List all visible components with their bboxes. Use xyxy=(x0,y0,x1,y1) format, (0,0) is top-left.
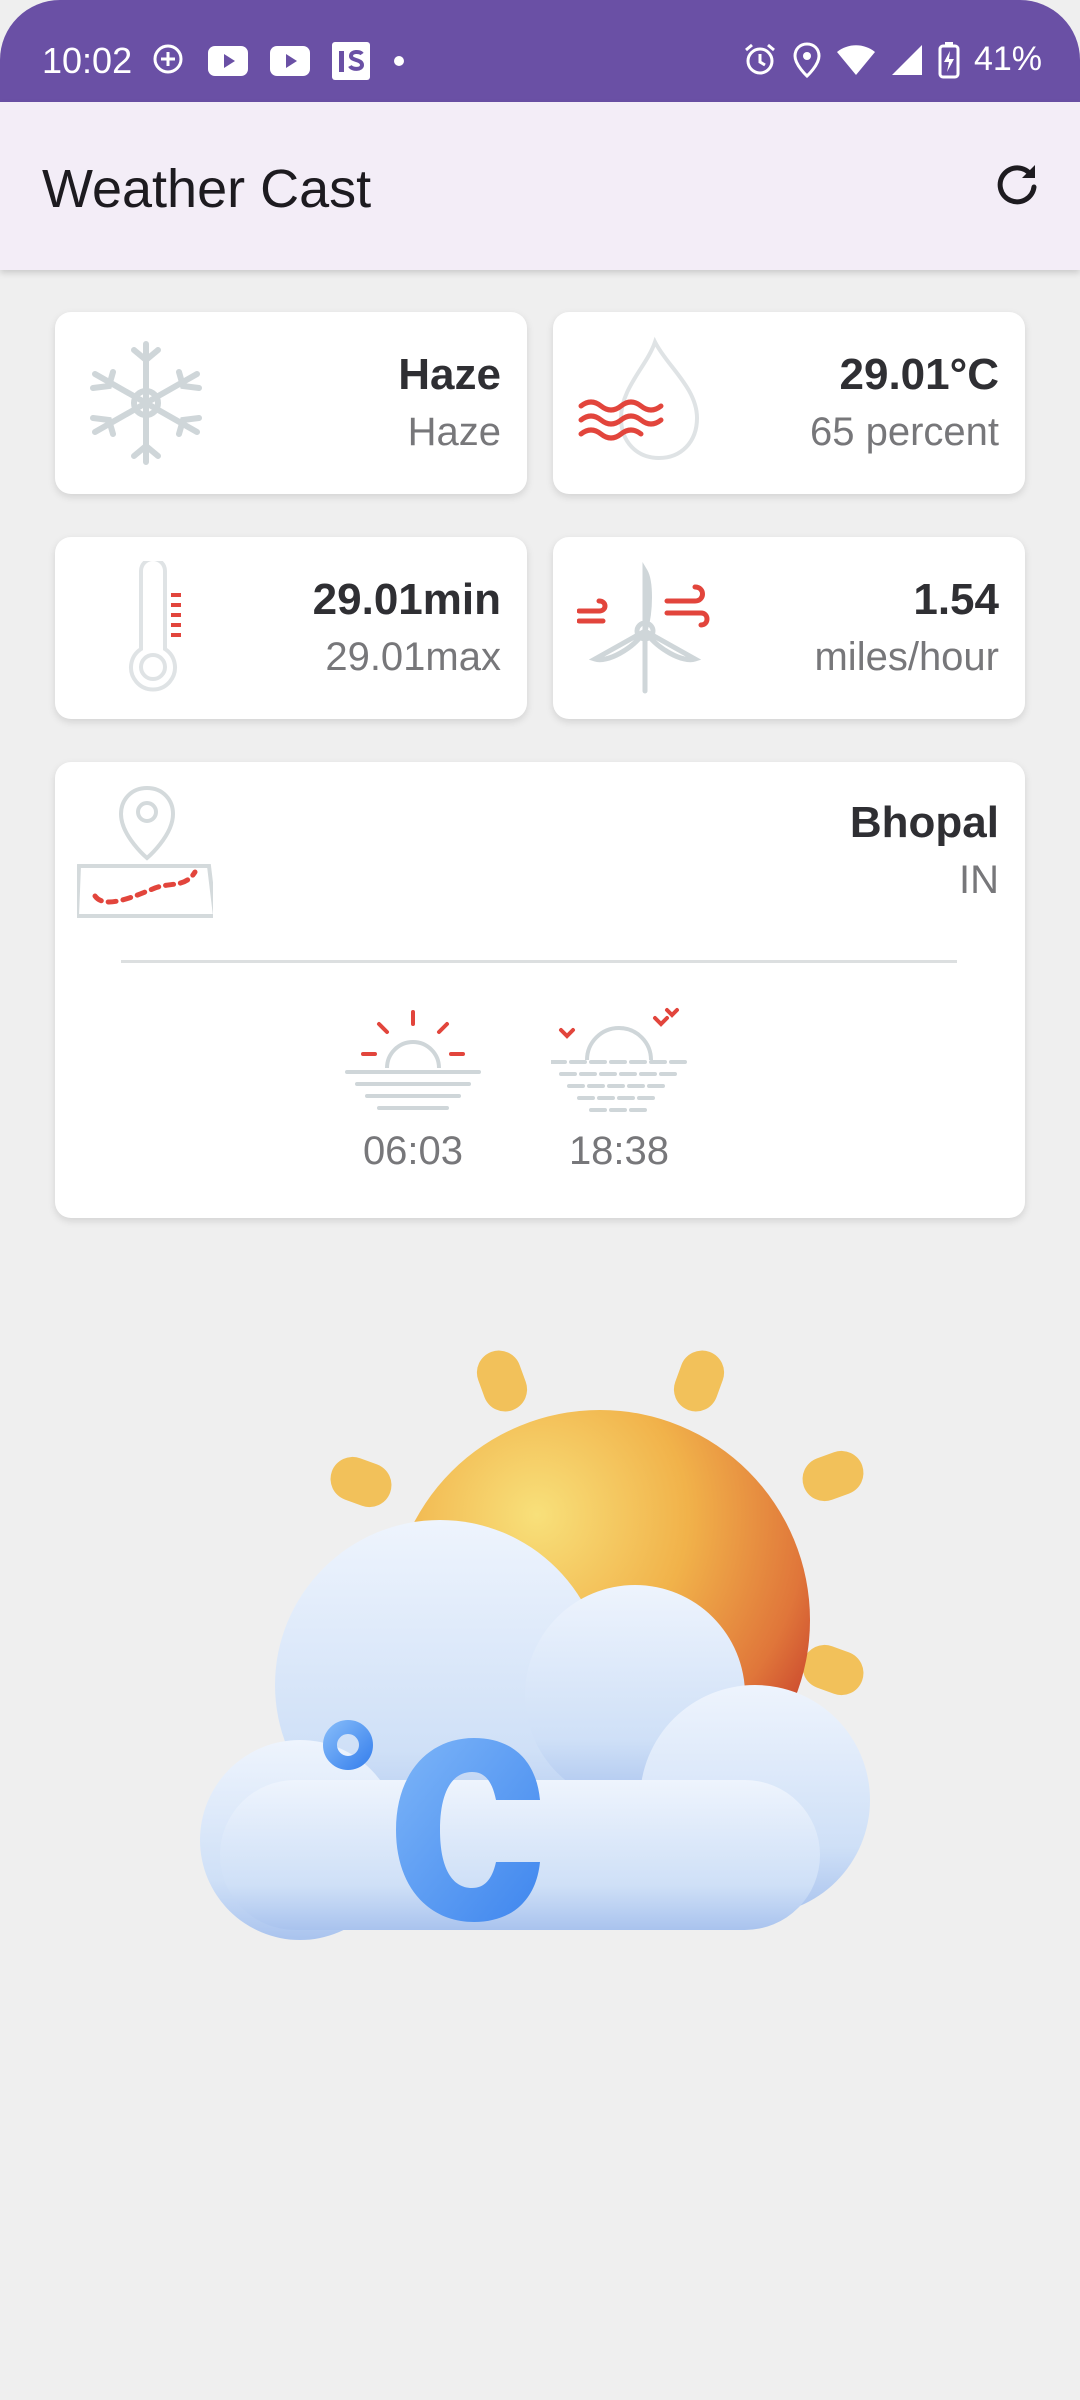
snowflake-icon xyxy=(79,336,213,470)
status-icons-left xyxy=(150,42,406,80)
add-location-icon xyxy=(150,43,186,79)
divider xyxy=(121,960,957,963)
humidity-value: 65 percent xyxy=(809,410,999,454)
sunset-icon xyxy=(549,1008,689,1112)
location-card: Bhopal IN 06:03 18:38 xyxy=(55,762,1025,1218)
youtube-icon xyxy=(270,46,310,76)
wind-card: 1.54 miles/hour xyxy=(553,537,1025,719)
status-time: 10:02 xyxy=(42,40,133,81)
status-icons-right: 41% xyxy=(742,40,1042,79)
condition-main: Haze xyxy=(398,350,501,399)
sunrise-block: 06:03 xyxy=(345,1006,481,1174)
location-icon xyxy=(792,41,822,78)
app-bar: Weather Cast xyxy=(0,102,1080,270)
alarm-icon xyxy=(742,42,778,78)
temperature-value: 29.01°C xyxy=(839,350,999,399)
wind-unit: miles/hour xyxy=(814,635,999,679)
condition-description: Haze xyxy=(407,410,501,454)
is-app-icon xyxy=(332,42,370,80)
humidity-drop-icon xyxy=(577,336,711,470)
sunset-time: 18:38 xyxy=(568,1129,670,1173)
wind-speed: 1.54 xyxy=(913,575,999,624)
map-pin-icon xyxy=(74,785,218,922)
refresh-icon xyxy=(997,165,1037,205)
signal-icon xyxy=(890,43,924,77)
wifi-icon xyxy=(836,43,876,77)
youtube-icon xyxy=(208,46,248,76)
dot-icon xyxy=(392,54,406,68)
country-code: IN xyxy=(959,858,999,902)
sunset-block: 18:38 xyxy=(549,1006,689,1174)
thermometer-icon xyxy=(79,557,213,695)
battery-charging-icon xyxy=(938,41,960,79)
app-title: Weather Cast xyxy=(42,159,372,219)
battery-percentage: 41% xyxy=(973,40,1042,78)
temp-min: 29.01min xyxy=(312,575,501,624)
sunrise-icon xyxy=(345,1010,481,1110)
min-max-temperature-card: 29.01min 29.01max xyxy=(55,537,527,719)
refresh-button[interactable] xyxy=(984,152,1050,218)
humidity-card: 29.01°C 65 percent xyxy=(553,312,1025,494)
city-name: Bhopal xyxy=(849,798,999,847)
condition-card: Haze Haze xyxy=(55,312,527,494)
temp-max: 29.01max xyxy=(325,635,501,679)
wind-turbine-icon xyxy=(576,561,711,695)
sunrise-time: 06:03 xyxy=(362,1129,464,1173)
status-bar: 10:02 41% xyxy=(0,0,1080,102)
sun-cloud-celsius-icon xyxy=(190,1330,890,2030)
